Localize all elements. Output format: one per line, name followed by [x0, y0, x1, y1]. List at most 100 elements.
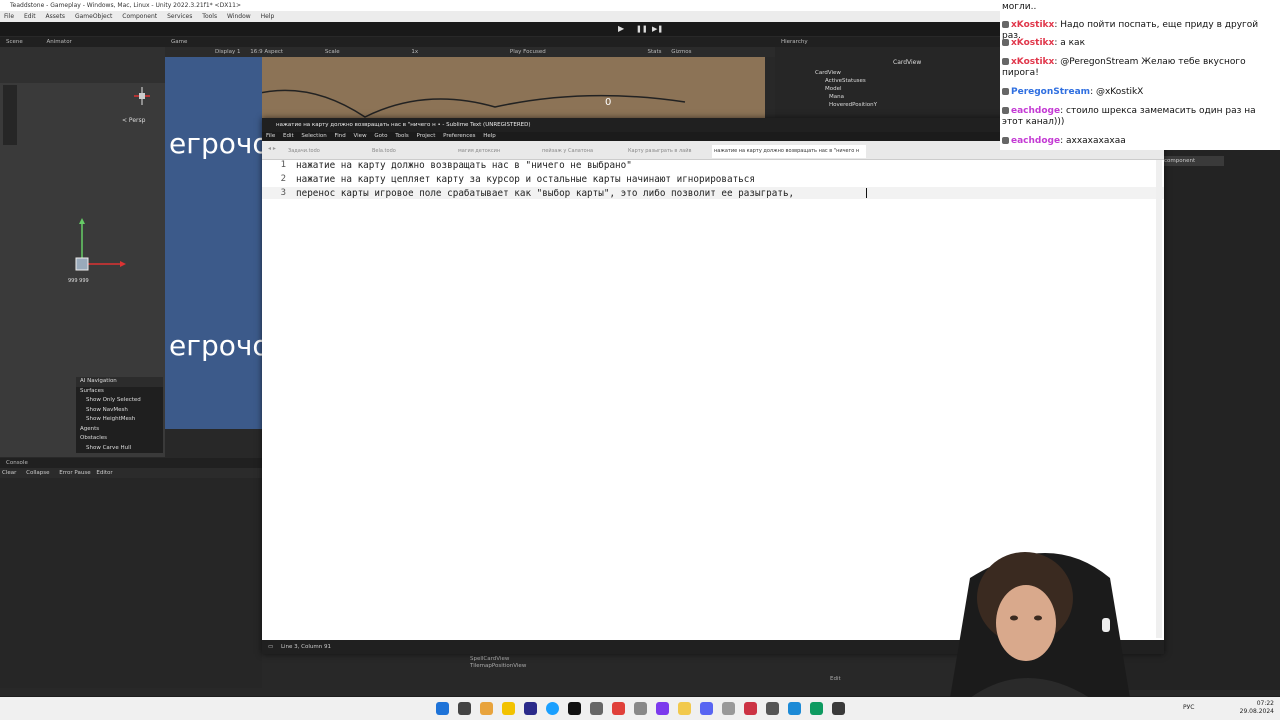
chat-username[interactable]: eachdoge	[1011, 106, 1060, 116]
ai-nav-show-only-selected[interactable]: Show Only Selected	[76, 396, 163, 406]
badge-icon	[1002, 137, 1009, 144]
hierarchy-tabbar: Hierarchy	[775, 37, 1000, 47]
panel-toggle-icon[interactable]: ▭	[262, 644, 273, 650]
chat-username[interactable]: xKostikx	[1011, 38, 1054, 48]
chrome-taskbar-icon[interactable]	[546, 702, 559, 715]
system-clock[interactable]: 07:22 29.08.2024	[1240, 700, 1274, 716]
sublime-tab[interactable]: пейзаж у Салатона	[542, 145, 628, 158]
project-item[interactable]: TilemapPositionView	[470, 663, 526, 670]
ai-nav-show-heightmesh[interactable]: Show HeightMesh	[76, 415, 163, 425]
tab-nav-arrows-icon[interactable]: ◂ ▸	[268, 145, 276, 152]
app-taskbar-icon[interactable]	[722, 702, 735, 715]
sub-menu-preferences[interactable]: Preferences	[443, 133, 475, 139]
menu-edit[interactable]: Edit	[24, 13, 36, 20]
photoshop-taskbar-icon[interactable]	[568, 702, 581, 715]
sub-menu-help[interactable]: Help	[483, 133, 496, 139]
app-taskbar-icon[interactable]	[656, 702, 669, 715]
display-select[interactable]: Display 1	[215, 49, 241, 55]
console-clear-button[interactable]: Clear	[2, 470, 16, 476]
menu-help[interactable]: Help	[261, 13, 275, 20]
sub-menu-view[interactable]: View	[354, 133, 367, 139]
sublime-tab[interactable]: Карту разыграть в лайв	[628, 145, 714, 158]
app-taskbar-icon[interactable]	[810, 702, 823, 715]
ai-navigation-overlay: AI Navigation Surfaces Show Only Selecte…	[76, 377, 163, 453]
tab-game[interactable]: Game	[171, 39, 187, 45]
explorer-taskbar-icon[interactable]	[502, 702, 515, 715]
code-line[interactable]: нажатие на карту должно возвращать нас в…	[296, 160, 632, 171]
app-taskbar-icon[interactable]	[612, 702, 625, 715]
console-collapse-button[interactable]: Collapse	[26, 470, 49, 476]
game-panel: Game Display 1 16:9 Aspect Scale 1x Play…	[165, 37, 775, 57]
chat-username[interactable]: xKostikx	[1011, 57, 1054, 67]
ai-nav-surfaces[interactable]: Surfaces	[76, 387, 163, 397]
sub-menu-edit[interactable]: Edit	[283, 133, 294, 139]
sublime-tab[interactable]: Bela.todo	[372, 145, 458, 158]
chat-username[interactable]: eachdoge	[1011, 136, 1060, 146]
menu-file[interactable]: File	[4, 13, 14, 20]
ai-nav-show-navmesh[interactable]: Show NavMesh	[76, 406, 163, 416]
chat-username[interactable]: xKostikx	[1011, 20, 1054, 30]
console-tabbar: Console	[0, 458, 262, 468]
play-icon[interactable]: ▶	[618, 25, 626, 33]
hierarchy-item[interactable]: CardView	[815, 69, 1000, 77]
ai-nav-show-carve-hull[interactable]: Show Carve Hull	[76, 444, 163, 454]
app-taskbar-icon[interactable]	[766, 702, 779, 715]
app-taskbar-icon[interactable]	[634, 702, 647, 715]
code-line[interactable]: перенос карты игровое поле срабатывает к…	[296, 188, 800, 199]
menu-window[interactable]: Window	[227, 13, 251, 20]
tab-console[interactable]: Console	[6, 460, 28, 466]
premiere-taskbar-icon[interactable]	[524, 702, 537, 715]
sublime-tab[interactable]: магия детоксин	[458, 145, 544, 158]
sublime-tab-active[interactable]: нажатие на карту должно возвращать нас в…	[712, 145, 866, 158]
chat-username[interactable]: PeregonStream	[1011, 87, 1090, 97]
scene-gizmo-icon[interactable]	[132, 85, 152, 107]
pause-icon[interactable]: ❚❚	[636, 25, 648, 33]
menu-tools[interactable]: Tools	[202, 13, 217, 20]
transform-gizmo-icon[interactable]: 999 999	[66, 218, 126, 284]
hierarchy-item[interactable]: Model	[815, 85, 1000, 93]
menu-assets[interactable]: Assets	[46, 13, 66, 20]
app-taskbar-icon[interactable]	[832, 702, 845, 715]
menu-gameobject[interactable]: GameObject	[75, 13, 112, 20]
ai-nav-agents[interactable]: Agents	[76, 425, 163, 435]
start-icon[interactable]	[436, 702, 449, 715]
tab-hierarchy[interactable]: Hierarchy	[781, 39, 808, 45]
play-focused-select[interactable]: Play Focused	[510, 49, 546, 55]
persp-label[interactable]: < Persp	[122, 117, 145, 124]
unity-taskbar-icon[interactable]	[458, 702, 471, 715]
language-indicator[interactable]: РУС	[1183, 704, 1194, 711]
tab-scene[interactable]: Scene	[6, 39, 23, 45]
hierarchy-item[interactable]: ActiveStatuses	[815, 77, 1000, 85]
aspect-select[interactable]: 16:9 Aspect	[250, 49, 283, 55]
discord-taskbar-icon[interactable]	[700, 702, 713, 715]
edit-label[interactable]: Edit	[830, 676, 841, 682]
step-icon[interactable]: ▶❚	[652, 25, 663, 33]
menu-services[interactable]: Services	[167, 13, 192, 20]
app-taskbar-icon[interactable]	[678, 702, 691, 715]
sub-menu-project[interactable]: Project	[417, 133, 436, 139]
hierarchy-item[interactable]: HoveredPositionY	[815, 101, 1000, 109]
close-icon[interactable]: ×	[865, 148, 866, 154]
console-error-pause-button[interactable]: Error Pause	[59, 470, 90, 476]
sub-menu-find[interactable]: Find	[334, 133, 345, 139]
app-taskbar-icon[interactable]	[788, 702, 801, 715]
scene-tools-strip[interactable]	[3, 85, 17, 145]
sublime-taskbar-icon[interactable]	[480, 702, 493, 715]
sublime-tab[interactable]: Задачи.todo	[288, 145, 374, 158]
hierarchy-item[interactable]: Mana	[815, 93, 1000, 101]
sub-menu-goto[interactable]: Goto	[374, 133, 387, 139]
app-taskbar-icon[interactable]	[590, 702, 603, 715]
ai-nav-obstacles[interactable]: Obstacles	[76, 434, 163, 444]
sub-menu-file[interactable]: File	[266, 133, 275, 139]
tab-animator[interactable]: Animator	[47, 39, 72, 45]
stats-button[interactable]: Stats	[647, 49, 661, 55]
sub-menu-tools[interactable]: Tools	[395, 133, 409, 139]
gizmos-button[interactable]: Gizmos	[671, 49, 691, 55]
app-taskbar-icon[interactable]	[744, 702, 757, 715]
code-line[interactable]: нажатие на карту цепляет карту за курсор…	[296, 174, 755, 185]
add-component-button[interactable]: component	[1160, 156, 1224, 166]
console-editor-select[interactable]: Editor	[96, 470, 112, 476]
project-item[interactable]: SpellCardView	[470, 656, 526, 663]
sub-menu-selection[interactable]: Selection	[301, 133, 326, 139]
menu-component[interactable]: Component	[122, 13, 157, 20]
